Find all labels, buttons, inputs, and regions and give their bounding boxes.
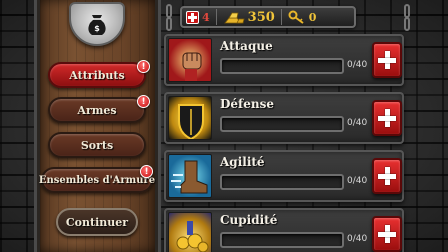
stat-count: 0/40 xyxy=(347,176,368,186)
menu-button-label: Ensembles d'Armure xyxy=(38,174,156,186)
stat-progress-bar xyxy=(220,116,344,132)
stat-progress-bar xyxy=(220,232,344,248)
stat-row-attack: Attaque 0/40 xyxy=(164,34,404,86)
stat-row-greed: Cupidité 0/40 xyxy=(164,208,404,252)
divider xyxy=(280,9,282,25)
alert-badge-icon: ! xyxy=(137,95,150,108)
health-count: 4 xyxy=(202,10,210,24)
divider xyxy=(215,9,217,25)
chain-decoration xyxy=(404,17,410,31)
menu-button-attributes[interactable]: Attributs xyxy=(48,62,146,88)
chain-decoration xyxy=(404,4,410,18)
stat-name: Agilité xyxy=(220,155,265,169)
svg-text:$: $ xyxy=(94,24,100,33)
keys-count: 0 xyxy=(308,10,317,24)
shield-icon xyxy=(168,96,212,140)
chain-decoration xyxy=(166,17,172,31)
continue-button[interactable]: Continuer xyxy=(56,208,138,236)
menu-button-weapons[interactable]: Armes xyxy=(48,97,146,123)
stat-count: 0/40 xyxy=(347,234,368,244)
add-greed-button[interactable] xyxy=(372,216,402,252)
keys-resource: 0 xyxy=(288,10,317,24)
stat-row-agility: Agilité 0/40 xyxy=(164,150,404,202)
continue-button-label: Continuer xyxy=(65,215,129,229)
alert-badge-icon: ! xyxy=(140,165,153,178)
add-agility-button[interactable] xyxy=(372,158,402,194)
menu-button-armor-sets[interactable]: Ensembles d'Armure xyxy=(38,167,156,193)
fist-icon xyxy=(168,38,212,82)
menu-button-label: Sorts xyxy=(80,138,114,152)
stat-name: Attaque xyxy=(220,39,273,53)
treasure-icon xyxy=(168,212,212,252)
stat-progress-bar xyxy=(220,174,344,190)
chain-decoration xyxy=(166,4,172,18)
boot-icon xyxy=(168,154,212,198)
alert-badge-icon: ! xyxy=(137,60,150,73)
stat-row-defense: Défense 0/40 xyxy=(164,92,404,144)
key-icon xyxy=(288,10,304,24)
menu-button-spells[interactable]: Sorts xyxy=(48,132,146,158)
stat-count: 0/40 xyxy=(347,118,368,128)
health-cross-icon xyxy=(186,10,199,24)
add-attack-button[interactable] xyxy=(372,42,402,78)
resource-bar: 4 350 0 xyxy=(180,6,356,28)
add-defense-button[interactable] xyxy=(372,100,402,136)
gold-count: 350 xyxy=(247,9,275,25)
menu-button-label: Attributs xyxy=(69,68,125,82)
stat-count: 0/40 xyxy=(347,60,368,70)
menu-button-label: Armes xyxy=(77,103,117,117)
stat-progress-bar xyxy=(220,58,344,74)
gold-resource: 350 xyxy=(223,9,275,25)
gold-bars-icon xyxy=(223,12,245,24)
stat-name: Défense xyxy=(220,97,274,111)
stat-name: Cupidité xyxy=(220,213,278,227)
health-resource: 4 xyxy=(186,10,210,24)
